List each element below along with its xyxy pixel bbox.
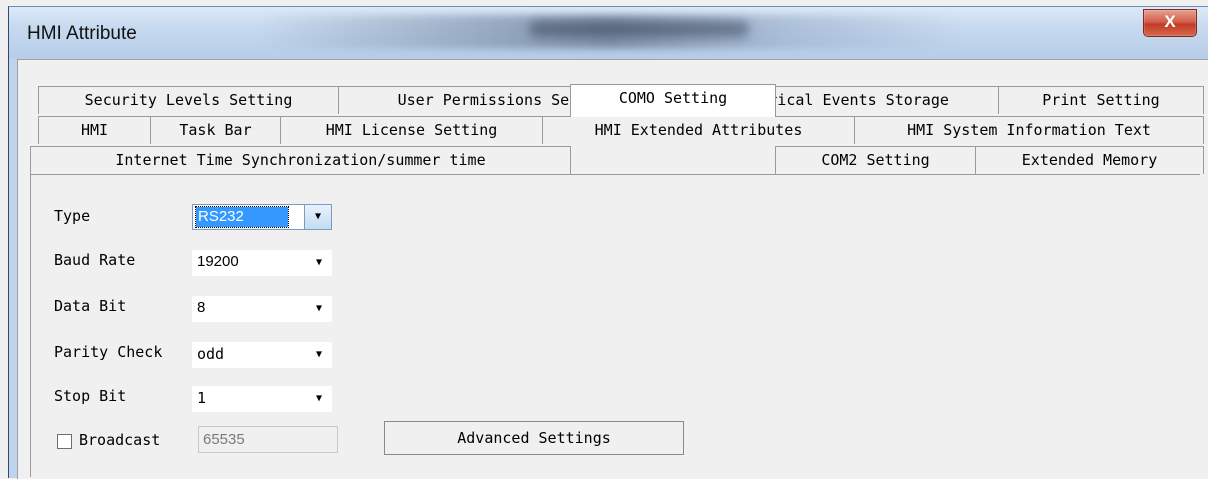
data-bit-value: 8: [197, 299, 206, 316]
title-bar-background-blur-dark: [529, 21, 749, 37]
tab-hmi-system-information-text[interactable]: HMI System Information Text: [854, 116, 1204, 144]
data-bit-select[interactable]: 8 ▼: [192, 296, 332, 322]
stop-bit-select[interactable]: 1 ▼: [192, 386, 332, 412]
window-title: HMI Attribute: [27, 23, 137, 44]
baud-rate-value: 19200: [197, 253, 239, 270]
close-button[interactable]: X: [1143, 9, 1197, 37]
tab-como-setting[interactable]: COMO Setting: [570, 84, 776, 117]
chevron-down-icon[interactable]: ▼: [304, 205, 331, 229]
tab-task-bar[interactable]: Task Bar: [150, 116, 281, 144]
broadcast-label: Broadcast: [79, 431, 161, 449]
broadcast-checkbox[interactable]: [57, 434, 72, 449]
broadcast-address-field: 65535: [198, 426, 338, 453]
stop-bit-label: Stop Bit: [54, 387, 127, 405]
tab-extended-memory[interactable]: Extended Memory: [975, 146, 1204, 174]
chevron-down-icon[interactable]: ▼: [306, 342, 332, 368]
tab-com2-setting[interactable]: COM2 Setting: [775, 146, 976, 174]
type-label: Type: [54, 207, 91, 225]
parity-check-value: odd: [197, 345, 225, 363]
chevron-down-icon[interactable]: ▼: [306, 386, 332, 412]
stop-bit-value: 1: [197, 389, 207, 407]
tab-hmi[interactable]: HMI: [38, 116, 151, 144]
title-bar[interactable]: HMI Attribute X: [9, 7, 1208, 59]
tab-security-levels-setting[interactable]: Security Levels Setting: [38, 86, 339, 114]
advanced-settings-button[interactable]: Advanced Settings: [384, 421, 684, 455]
parity-check-label: Parity Check: [54, 343, 163, 361]
chevron-down-icon[interactable]: ▼: [306, 296, 332, 322]
tab-internet-time-synchronization[interactable]: Internet Time Synchronization/summer tim…: [30, 146, 571, 174]
baud-rate-label: Baud Rate: [54, 251, 136, 269]
tab-hmi-license-setting[interactable]: HMI License Setting: [280, 116, 543, 144]
baud-rate-select[interactable]: 19200 ▼: [192, 250, 332, 276]
tab-print-setting[interactable]: Print Setting: [998, 86, 1204, 114]
parity-check-select[interactable]: odd ▼: [192, 342, 332, 368]
data-bit-label: Data Bit: [54, 297, 127, 315]
tab-hmi-extended-attributes[interactable]: HMI Extended Attributes: [542, 116, 855, 144]
chevron-down-icon[interactable]: ▼: [306, 250, 332, 276]
type-select[interactable]: RS232 ▼: [192, 204, 332, 230]
type-value: RS232: [195, 206, 289, 228]
